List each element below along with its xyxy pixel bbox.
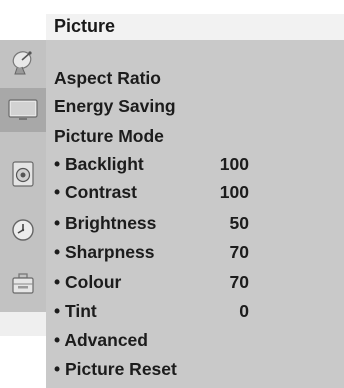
menu-item-aspect-ratio[interactable]: Aspect Ratio — [54, 66, 161, 90]
clock-icon[interactable] — [0, 208, 46, 252]
menu-item-value: 70 — [229, 272, 249, 292]
menu-item-brightness[interactable]: • Brightness 50 — [54, 211, 249, 235]
menu-item-label: • Brightness — [54, 213, 157, 233]
menu-item-label: Energy Saving — [54, 96, 176, 116]
menu-title: Picture — [54, 16, 116, 36]
menu-item-label: • Tint — [54, 301, 97, 321]
menu-item-sharpness[interactable]: • Sharpness 70 — [54, 240, 249, 264]
menu-item-colour[interactable]: • Colour 70 — [54, 270, 249, 294]
menu-item-label: Aspect Ratio — [54, 68, 161, 88]
menu-item-backlight[interactable]: • Backlight 100 — [54, 152, 249, 176]
menu-item-label: • Backlight — [54, 154, 144, 174]
menu-item-value: 100 — [219, 182, 249, 202]
menu-item-value: 50 — [229, 213, 249, 233]
menu-item-contrast[interactable]: • Contrast 100 — [54, 180, 249, 204]
toolbox-icon[interactable] — [0, 262, 46, 306]
menu-item-advanced[interactable]: • Advanced — [54, 328, 148, 352]
tv-screen-icon[interactable] — [0, 88, 46, 132]
menu-item-value: 0 — [239, 301, 249, 321]
menu-item-picture-reset[interactable]: • Picture Reset — [54, 357, 177, 381]
menu-item-label: • Contrast — [54, 182, 137, 202]
menu-item-energy-saving[interactable]: Energy Saving — [54, 94, 176, 118]
menu-item-label: • Picture Reset — [54, 359, 177, 379]
menu-item-value: 100 — [219, 154, 249, 174]
satellite-dish-icon[interactable] — [0, 40, 46, 84]
menu-item-label: • Sharpness — [54, 242, 155, 262]
menu-item-label: • Colour — [54, 272, 122, 292]
sidebar-footer — [0, 312, 46, 336]
speaker-icon[interactable] — [0, 152, 46, 196]
menu-item-label: Picture Mode — [54, 126, 164, 146]
menu-item-value: 70 — [229, 242, 249, 262]
menu-item-tint[interactable]: • Tint 0 — [54, 299, 249, 323]
menu-item-label: • Advanced — [54, 330, 148, 350]
menu-item-picture-mode[interactable]: Picture Mode — [54, 124, 164, 148]
